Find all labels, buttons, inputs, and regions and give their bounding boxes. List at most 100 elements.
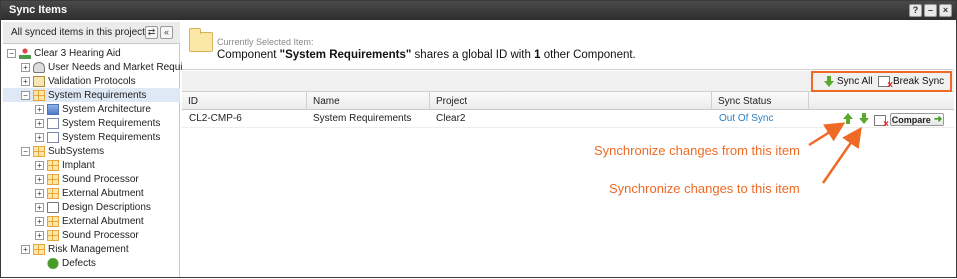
msg-middle: shares a global ID with	[411, 49, 535, 61]
filter-bar: All synced items in this project ⇄ «	[3, 22, 180, 44]
expand-icon[interactable]: +	[35, 174, 44, 184]
tree-item[interactable]: + Design Descriptions	[3, 200, 180, 214]
table-row[interactable]: CL2-CMP-6 System Requirements Clear2 Out…	[182, 110, 954, 130]
close-button[interactable]: ×	[939, 4, 952, 17]
document-blue-icon	[47, 103, 59, 115]
grid-icon	[47, 173, 59, 185]
tree-item[interactable]: + System Requirements	[3, 116, 180, 130]
checklist-icon	[33, 75, 45, 87]
collapse-icon[interactable]: −	[21, 90, 30, 100]
tree-item-label: Validation Protocols	[48, 75, 136, 87]
help-button[interactable]: ?	[909, 4, 922, 17]
grid-icon	[47, 159, 59, 171]
tree-item-label: System Architecture	[62, 103, 151, 115]
break-sync-icon	[878, 75, 893, 91]
cell-sync-status: Out Of Sync	[719, 113, 774, 124]
toggle-sync-filter-button[interactable]: ⇄	[145, 26, 158, 39]
shared-id-message: Component "System Requirements" shares a…	[217, 49, 636, 61]
break-sync-label: Break Sync	[893, 75, 945, 87]
sync-all-button[interactable]: Sync All	[824, 74, 873, 88]
compare-button[interactable]: Compare ➜	[890, 113, 944, 126]
tree-item-label: External Abutment	[62, 187, 144, 199]
column-header-project[interactable]: Project	[430, 92, 712, 110]
annotation-sync-from: Synchronize changes from this item	[594, 143, 800, 158]
selected-item-info: Currently Selected Item: Component "Syst…	[182, 22, 954, 70]
expand-icon[interactable]: +	[35, 160, 44, 170]
break-sync-row-icon[interactable]	[874, 115, 889, 130]
sync-toolbar: Sync All Break Sync	[182, 71, 954, 92]
minimize-button[interactable]: –	[924, 4, 937, 17]
tree-item[interactable]: + Validation Protocols	[3, 74, 180, 88]
tree-item[interactable]: − System Requirements	[3, 88, 180, 102]
person-icon	[33, 61, 45, 73]
expand-icon[interactable]: +	[35, 104, 44, 114]
sync-from-item-icon[interactable]	[843, 113, 853, 124]
annotation-sync-to: Synchronize changes to this item	[609, 181, 800, 196]
tree-item[interactable]: − SubSystems	[3, 144, 180, 158]
tree-item-label: External Abutment	[62, 215, 144, 227]
tree-item-label: Sound Processor	[62, 229, 139, 241]
column-header-id[interactable]: ID	[182, 92, 307, 110]
column-header-sync-status[interactable]: Sync Status	[712, 92, 809, 110]
tree-item[interactable]: + User Needs and Market Require	[3, 60, 191, 74]
filter-label: All synced items in this project	[11, 27, 145, 38]
right-arrow-icon: ➜	[933, 114, 943, 125]
tree-item[interactable]: + Implant	[3, 158, 180, 172]
sync-to-item-icon[interactable]	[859, 113, 869, 124]
expand-icon[interactable]: +	[21, 244, 30, 254]
current-item-label: Currently Selected Item:	[217, 37, 314, 47]
tree-item[interactable]: + Sound Processor	[3, 172, 180, 186]
tree-item-label: Clear 3 Hearing Aid	[34, 47, 121, 59]
expand-icon[interactable]: +	[35, 188, 44, 198]
expand-icon[interactable]: +	[21, 62, 30, 72]
tree-panel: All synced items in this project ⇄ « − Cl…	[3, 22, 191, 277]
grid-icon	[33, 243, 45, 255]
expand-icon[interactable]: +	[21, 76, 30, 86]
collapse-panel-button[interactable]: «	[160, 26, 173, 39]
grid-icon	[47, 229, 59, 241]
collapse-icon[interactable]: −	[21, 146, 30, 156]
tree-item[interactable]: + Sound Processor	[3, 228, 180, 242]
dialog-title: Sync Items	[9, 4, 68, 16]
column-header-name[interactable]: Name	[307, 92, 430, 110]
tree-item-label: User Needs and Market Require	[48, 61, 192, 73]
tree-item[interactable]: − Clear 3 Hearing Aid	[3, 46, 180, 60]
expand-icon[interactable]: +	[35, 118, 44, 128]
grid-icon	[47, 187, 59, 199]
tree-item-label: System Requirements	[62, 117, 161, 129]
green-down-arrow-icon	[824, 75, 834, 87]
tree-item[interactable]: + System Architecture	[3, 102, 180, 116]
expand-icon[interactable]: +	[35, 202, 44, 212]
arrow-to-sync-from-icon	[808, 122, 846, 147]
tree-item[interactable]: + External Abutment	[3, 186, 180, 200]
tree-item-label: Design Descriptions	[62, 201, 151, 213]
tree-item-label: Implant	[62, 159, 95, 171]
msg-suffix: other Component.	[540, 49, 636, 61]
tree-item-label: Defects	[62, 257, 96, 269]
cell-name: System Requirements	[313, 113, 412, 124]
expand-icon[interactable]: +	[35, 132, 44, 142]
tree-item[interactable]: Defects	[3, 256, 180, 270]
tree-item-label: System Requirements	[48, 89, 147, 101]
tree-item[interactable]: + Risk Management	[3, 242, 180, 256]
document-icon	[47, 117, 59, 129]
msg-prefix: Component	[217, 49, 280, 61]
collapse-icon[interactable]: −	[7, 48, 16, 58]
compare-label: Compare	[891, 114, 931, 125]
grid-icon	[47, 215, 59, 227]
sync-all-label: Sync All	[837, 75, 873, 87]
grid-header: ID Name Project Sync Status	[182, 92, 954, 110]
cell-id: CL2-CMP-6	[189, 113, 242, 124]
folder-icon	[47, 201, 59, 213]
sync-items-dialog: Sync Items ? – × All synced items in thi…	[0, 0, 957, 278]
tree-item-label: Risk Management	[48, 243, 129, 255]
tree-item[interactable]: + External Abutment	[3, 214, 180, 228]
tree-item[interactable]: + System Requirements	[3, 130, 180, 144]
expand-icon[interactable]: +	[35, 216, 44, 226]
org-icon	[19, 47, 31, 59]
break-sync-button[interactable]: Break Sync	[878, 74, 945, 91]
expand-icon[interactable]: +	[35, 230, 44, 240]
bug-icon	[47, 257, 59, 269]
title-bar[interactable]: Sync Items ? – ×	[1, 1, 956, 20]
